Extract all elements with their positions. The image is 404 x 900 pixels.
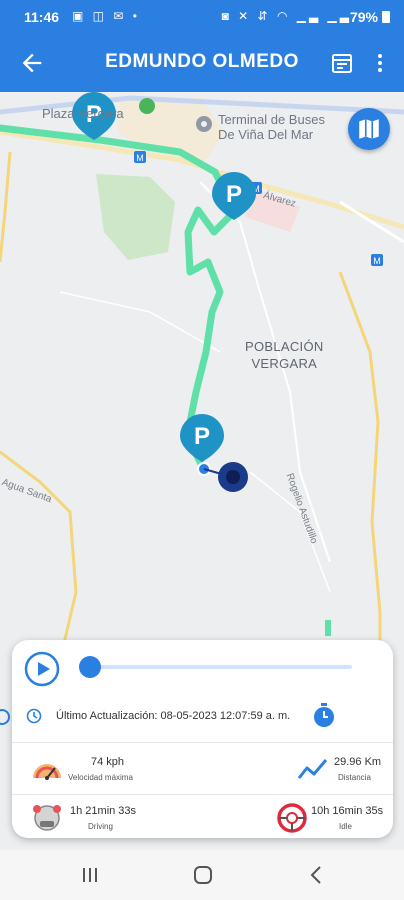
system-nav-bar [0, 850, 404, 900]
playback-slider-thumb[interactable] [79, 656, 101, 678]
last-update-text: Último Actualización: 08-05-2023 12:07:5… [56, 710, 291, 722]
steering-wheel-icon [277, 803, 307, 833]
terminal-line-2: De Viña Del Mar [218, 127, 314, 142]
car-icon [33, 805, 61, 831]
parking-marker-3[interactable]: P [180, 414, 224, 462]
play-icon[interactable] [24, 651, 60, 687]
driving-value: 1h 21min 33s [70, 805, 137, 817]
recent-apps-icon[interactable] [80, 866, 100, 884]
battery-text: 79% [349, 9, 378, 25]
calendar-icon[interactable] [330, 51, 354, 75]
idle-label: Idle [339, 822, 352, 831]
divider [12, 742, 393, 743]
distance-chart-icon [297, 759, 328, 779]
max-speed-label: Velocidad máxima [68, 773, 133, 782]
distance-value: 29.96 Km [334, 756, 382, 768]
clock-icon [26, 708, 42, 724]
idle-value: 10h 16min 35s [311, 805, 384, 817]
label-poblacion-vergara: POBLACIÓN VERGARA [245, 338, 324, 372]
svg-text:M: M [136, 153, 144, 163]
back-nav-icon[interactable] [308, 865, 324, 885]
poblacion-line-1: POBLACIÓN [245, 339, 324, 354]
parking-p-3: P [194, 423, 210, 450]
stopwatch-icon[interactable] [311, 702, 337, 728]
battery-icon [382, 11, 390, 23]
poblacion-line-2: VERGARA [251, 356, 318, 371]
app-bar: EDMUNDO OLMEDO [0, 34, 404, 92]
divider [12, 794, 393, 795]
playback-slider-track[interactable] [90, 665, 352, 669]
label-terminal: Terminal de Buses De Viña Del Mar [218, 112, 325, 142]
left-edge-icon [0, 705, 12, 729]
system-icons: ◙ ✕ ⇵ ◠ ▁▃ ▁▃ [221, 9, 352, 23]
driving-label: Driving [88, 822, 113, 831]
status-time: 11:46 [24, 9, 60, 25]
terminal-line-1: Terminal de Buses [218, 112, 325, 127]
home-icon[interactable] [193, 865, 213, 885]
svg-text:M: M [373, 256, 381, 266]
parking-p-2: P [226, 181, 242, 208]
max-speed-value: 74 kph [91, 756, 125, 768]
speedometer-icon [33, 764, 61, 780]
status-bar: 11:46 ▣ ◫ ✉ • ◙ ✕ ⇵ ◠ ▁▃ ▁▃ 79% [0, 0, 404, 34]
notification-icons: ▣ ◫ ✉ • [72, 9, 140, 23]
park-area [96, 174, 175, 260]
label-plaza-vergara: Plaza Vergara [42, 106, 124, 121]
more-vert-icon[interactable] [368, 51, 392, 75]
distance-label: Distancia [338, 773, 371, 782]
map-toggle-button[interactable] [348, 108, 390, 150]
last-update-row: Último Actualización: 08-05-2023 12:07:5… [22, 702, 382, 730]
playback-panel: Último Actualización: 08-05-2023 12:07:5… [12, 640, 393, 838]
map-icon [359, 119, 379, 139]
